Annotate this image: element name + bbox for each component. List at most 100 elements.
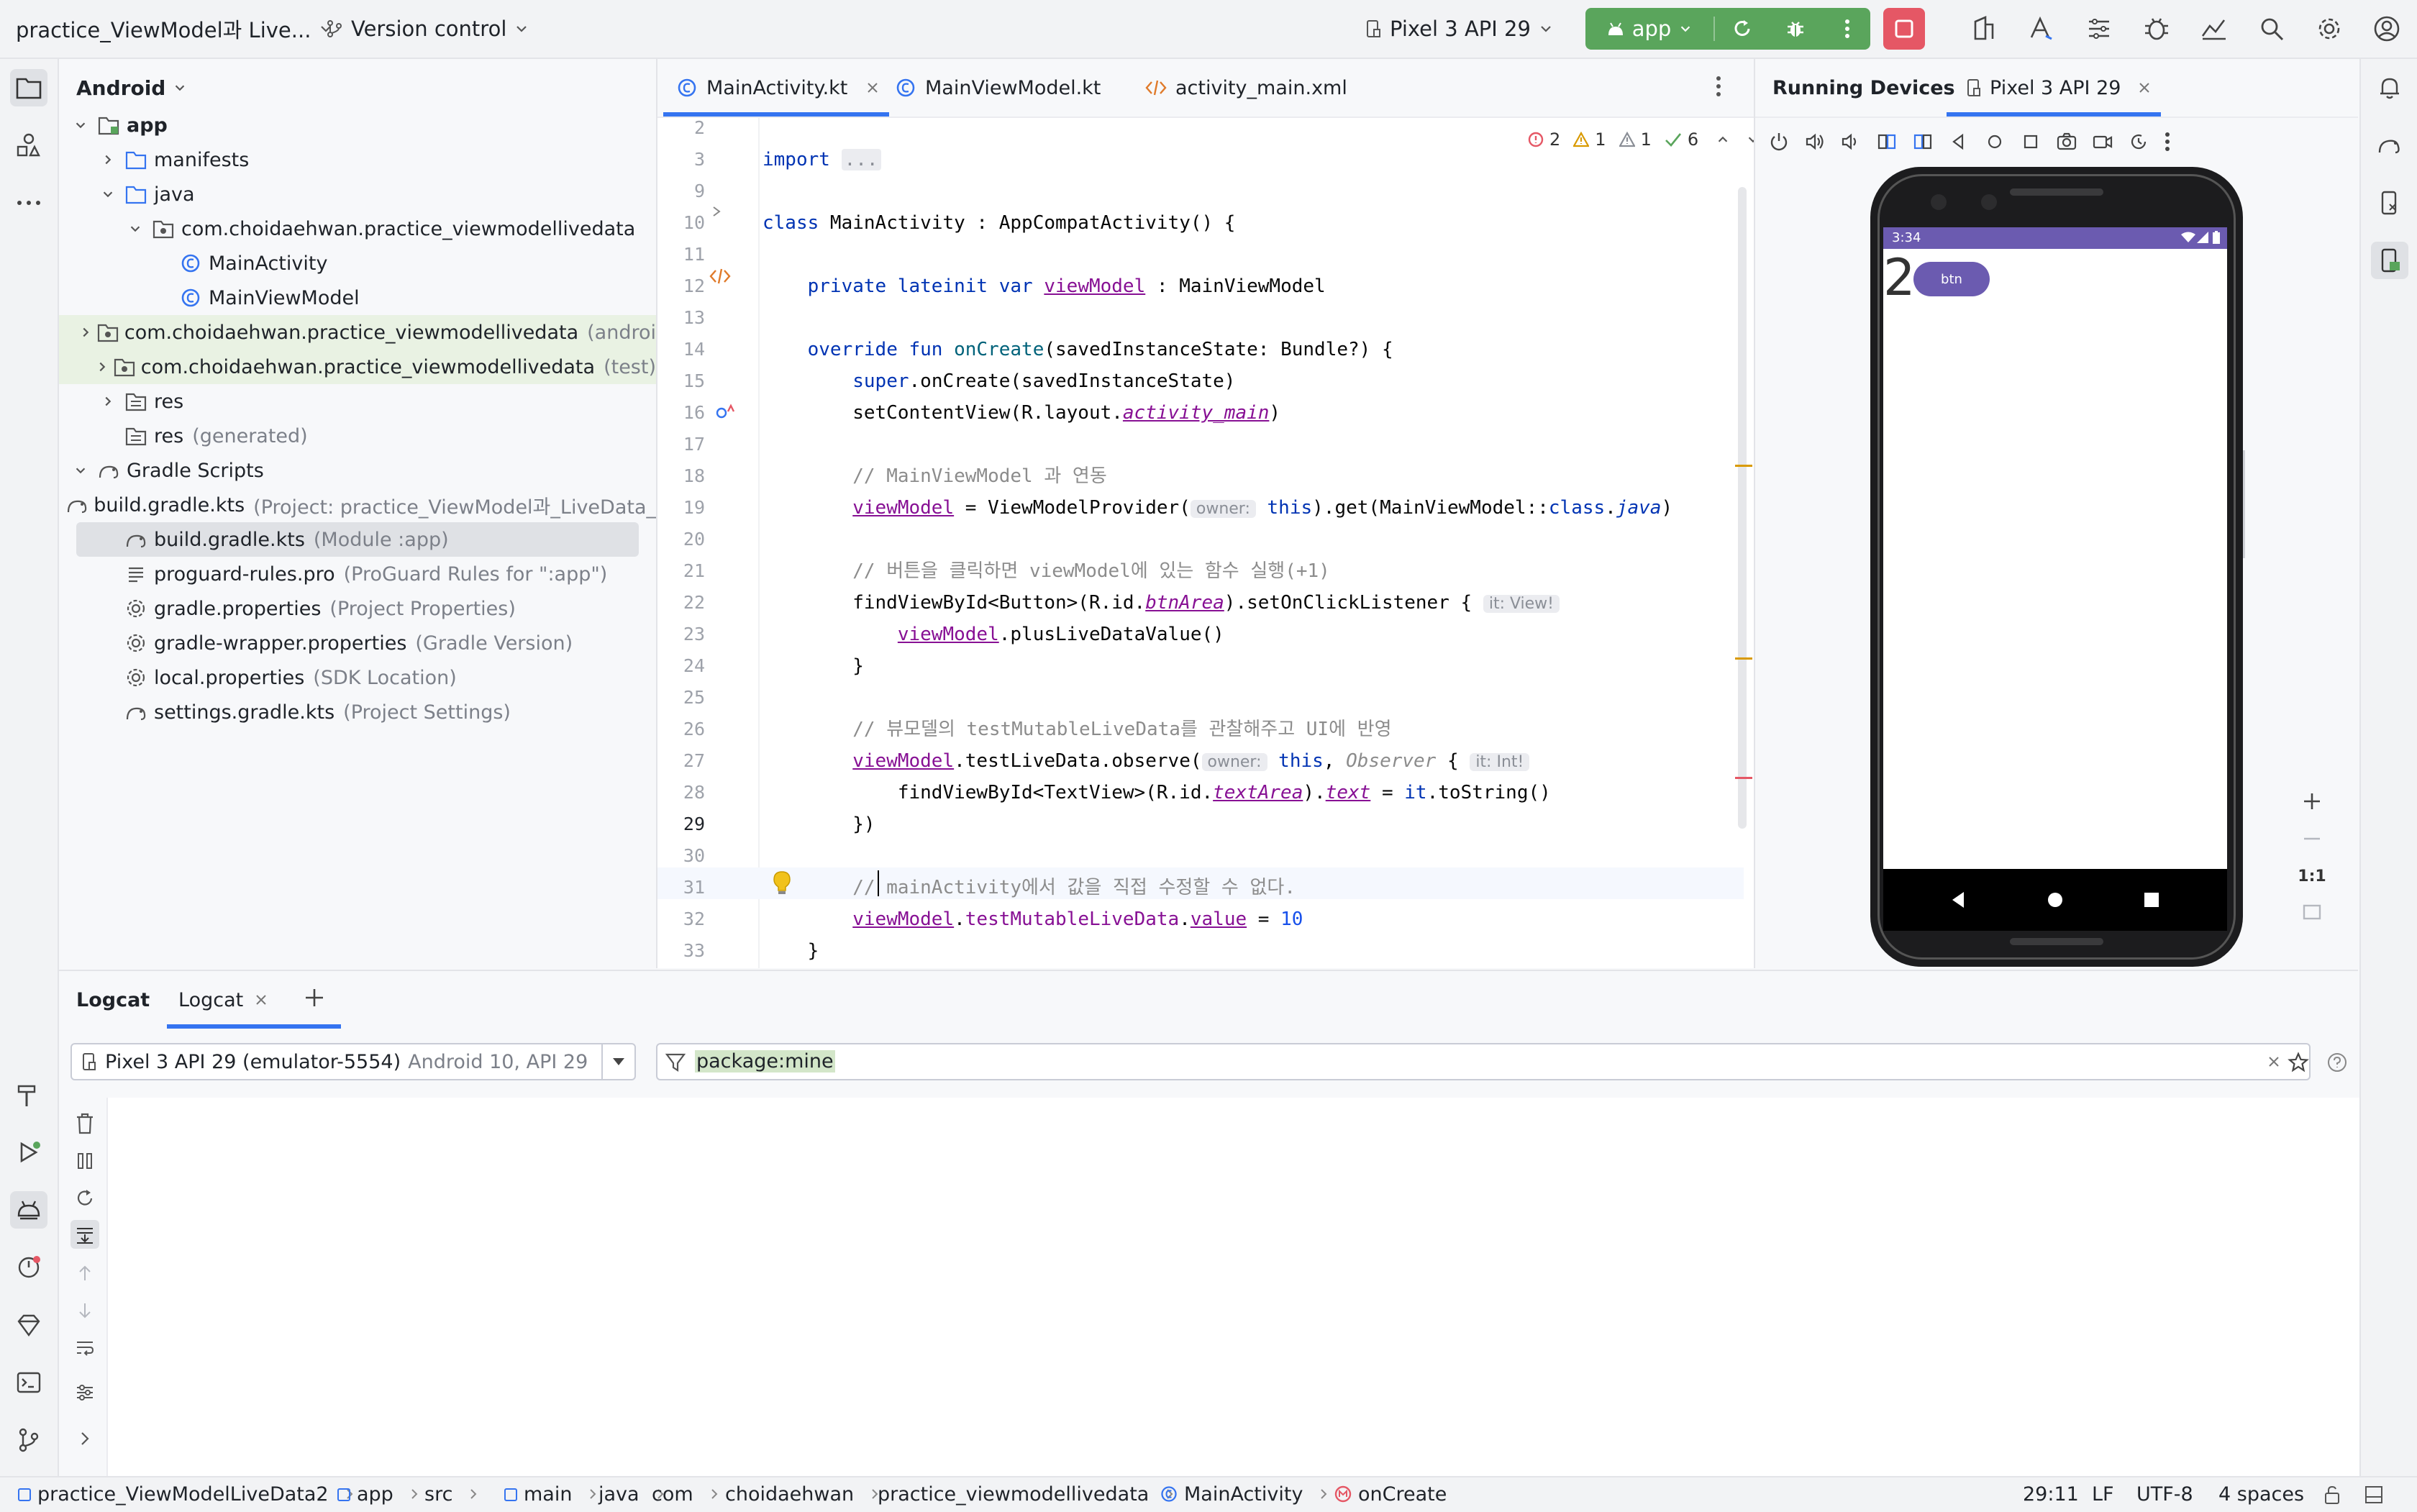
code-line[interactable]: 30 bbox=[657, 840, 1754, 872]
format-settings-button[interactable] bbox=[70, 1378, 99, 1407]
running-devices-button[interactable] bbox=[2371, 242, 2408, 279]
tree-item-settings-gradle[interactable]: settings.gradle.kts (Project Settings) bbox=[59, 695, 656, 729]
star-icon[interactable] bbox=[2288, 1052, 2309, 1073]
tab-activity-main-xml[interactable]: activity_main.xml bbox=[1145, 59, 1347, 117]
account-icon[interactable] bbox=[2372, 14, 2401, 43]
tree-item-res-generated[interactable]: res (generated) bbox=[59, 419, 656, 453]
tree-item-java[interactable]: java bbox=[59, 177, 656, 211]
settings-icon[interactable] bbox=[2315, 14, 2344, 43]
fold-arrow-icon[interactable] bbox=[709, 204, 724, 219]
breadcrumb-item[interactable]: src bbox=[424, 1477, 478, 1511]
add-tab-button[interactable] bbox=[302, 985, 327, 1010]
line-separator[interactable]: LF bbox=[2092, 1477, 2114, 1511]
volume-up-icon[interactable] bbox=[1804, 131, 1826, 152]
file-encoding[interactable]: UTF-8 bbox=[2136, 1477, 2193, 1511]
tree-item-proguard[interactable]: proguard-rules.pro (ProGuard Rules for ":… bbox=[59, 557, 656, 591]
code-line[interactable]: 31 // mainActivity에서 값을 직접 수정할 수 없다. bbox=[657, 872, 1754, 903]
list-settings-icon[interactable] bbox=[2085, 14, 2113, 43]
code-line[interactable]: 23 viewModel.plusLiveDataValue() bbox=[657, 619, 1754, 650]
read-only-toggle-icon[interactable] bbox=[2322, 1485, 2342, 1505]
code-line[interactable]: 32 viewModel.testMutableLiveData.value =… bbox=[657, 903, 1754, 935]
code-line[interactable]: 16 setContentView(R.layout.activity_main… bbox=[657, 397, 1754, 429]
override-gutter-icon[interactable] bbox=[715, 403, 737, 420]
code-line[interactable]: 2 bbox=[657, 112, 1754, 144]
code-line[interactable]: 15 super.onCreate(savedInstanceState) bbox=[657, 365, 1754, 397]
android-bug-icon[interactable] bbox=[2142, 14, 2171, 43]
warning-marker[interactable] bbox=[1735, 657, 1752, 660]
code-line[interactable]: 25 bbox=[657, 682, 1754, 714]
app-quality-button[interactable] bbox=[10, 1306, 47, 1344]
code-line[interactable]: 9 bbox=[657, 176, 1754, 207]
emulator-screen[interactable]: 3:34 2 btn bbox=[1883, 227, 2227, 931]
notifications-button[interactable] bbox=[2371, 69, 2408, 106]
run-config-selector[interactable]: app bbox=[1585, 8, 1713, 50]
clear-logcat-button[interactable] bbox=[70, 1109, 99, 1138]
tabs-more-button[interactable] bbox=[1715, 75, 1722, 98]
code-line[interactable]: 10 class MainActivity : AppCompatActivity… bbox=[657, 207, 1754, 239]
chevron-down-icon[interactable] bbox=[124, 217, 147, 240]
close-icon[interactable] bbox=[255, 993, 268, 1006]
rotate-right-icon[interactable] bbox=[1912, 131, 1934, 152]
resource-manager-button[interactable] bbox=[10, 127, 47, 164]
tree-item-gradle-scripts[interactable]: Gradle Scripts bbox=[59, 453, 656, 488]
debug-button[interactable] bbox=[1781, 14, 1810, 43]
run-more-button[interactable] bbox=[1833, 14, 1862, 43]
restart-logcat-button[interactable] bbox=[70, 1184, 99, 1213]
translate-icon[interactable] bbox=[2027, 14, 2056, 43]
code-line[interactable]: 27 viewModel.testLiveData.observe(owner:… bbox=[657, 745, 1754, 777]
home-icon[interactable] bbox=[1984, 131, 2006, 152]
volume-down-icon[interactable] bbox=[1840, 131, 1862, 152]
power-icon[interactable] bbox=[1768, 131, 1790, 152]
rotate-left-icon[interactable] bbox=[1876, 131, 1898, 152]
tree-item-manifests[interactable]: manifests bbox=[59, 142, 656, 177]
device-selector[interactable]: Pixel 3 API 29 bbox=[1364, 0, 1554, 58]
app-button[interactable]: btn bbox=[1913, 262, 1990, 296]
soft-wrap-button[interactable] bbox=[70, 1334, 99, 1362]
close-icon[interactable] bbox=[866, 81, 879, 94]
code-line[interactable]: 13 bbox=[657, 302, 1754, 334]
back-icon[interactable] bbox=[1948, 131, 1970, 152]
pause-logcat-button[interactable] bbox=[70, 1147, 99, 1175]
zoom-out-button[interactable] bbox=[2298, 824, 2326, 853]
close-icon[interactable] bbox=[2138, 81, 2151, 94]
tree-item-local-properties[interactable]: local.properties (SDK Location) bbox=[59, 660, 656, 695]
code-line[interactable]: 18 // MainViewModel 과 연동 bbox=[657, 460, 1754, 492]
device-scroll-indicator[interactable] bbox=[2243, 450, 2245, 558]
search-icon[interactable] bbox=[2257, 14, 2286, 43]
next-occurrence-button[interactable] bbox=[70, 1296, 99, 1325]
logcat-tab[interactable]: Logcat bbox=[178, 971, 268, 1029]
breadcrumb-item[interactable]: MainActivity bbox=[1160, 1477, 1329, 1511]
breadcrumb-item[interactable]: practice_viewmodellivedata bbox=[878, 1477, 1175, 1511]
chevron-right-icon[interactable] bbox=[96, 148, 119, 171]
zoom-actual-button[interactable]: 1:1 bbox=[2293, 863, 2331, 889]
tree-item-package-androidtest[interactable]: com.choidaehwan.practice_viewmodelliveda… bbox=[59, 315, 656, 350]
error-marker[interactable] bbox=[1735, 777, 1752, 779]
caret-position[interactable]: 29:11 bbox=[2023, 1477, 2079, 1511]
build-icon[interactable] bbox=[1970, 14, 1998, 43]
profiler-tool-button[interactable] bbox=[10, 1249, 47, 1286]
tree-item-package[interactable]: com.choidaehwan.practice_viewmodelliveda… bbox=[59, 211, 656, 246]
device-tab[interactable]: Pixel 3 API 29 bbox=[1965, 59, 2151, 117]
vcs-selector[interactable]: Version control bbox=[325, 0, 529, 58]
back-icon[interactable] bbox=[1949, 891, 1967, 909]
video-icon[interactable] bbox=[2092, 131, 2113, 152]
previous-occurrence-button[interactable] bbox=[70, 1259, 99, 1288]
vcs-tool-button[interactable] bbox=[10, 1421, 47, 1459]
chevron-right-icon[interactable] bbox=[96, 390, 119, 413]
build-tool-button[interactable] bbox=[10, 1076, 47, 1113]
chevron-down-icon[interactable] bbox=[96, 183, 119, 206]
expand-tools-button[interactable] bbox=[70, 1424, 99, 1453]
breadcrumb-item[interactable]: app bbox=[337, 1477, 419, 1511]
tree-item-package-test[interactable]: com.choidaehwan.practice_viewmodelliveda… bbox=[59, 350, 656, 384]
help-icon[interactable] bbox=[2326, 1052, 2348, 1073]
zoom-fit-button[interactable] bbox=[2299, 899, 2325, 925]
code-line[interactable]: 33 } bbox=[657, 935, 1754, 967]
terminal-tool-button[interactable] bbox=[10, 1364, 47, 1401]
class-gutter-icon[interactable] bbox=[709, 268, 731, 285]
breadcrumb-item[interactable]: main bbox=[504, 1477, 598, 1511]
scroll-to-end-button[interactable] bbox=[70, 1220, 99, 1249]
tree-item-gradle-properties[interactable]: gradle.properties (Project Properties) bbox=[59, 591, 656, 626]
home-icon[interactable] bbox=[2046, 891, 2065, 909]
code-line[interactable]: 3 import ... bbox=[657, 144, 1754, 176]
chevron-down-icon[interactable] bbox=[69, 114, 92, 137]
